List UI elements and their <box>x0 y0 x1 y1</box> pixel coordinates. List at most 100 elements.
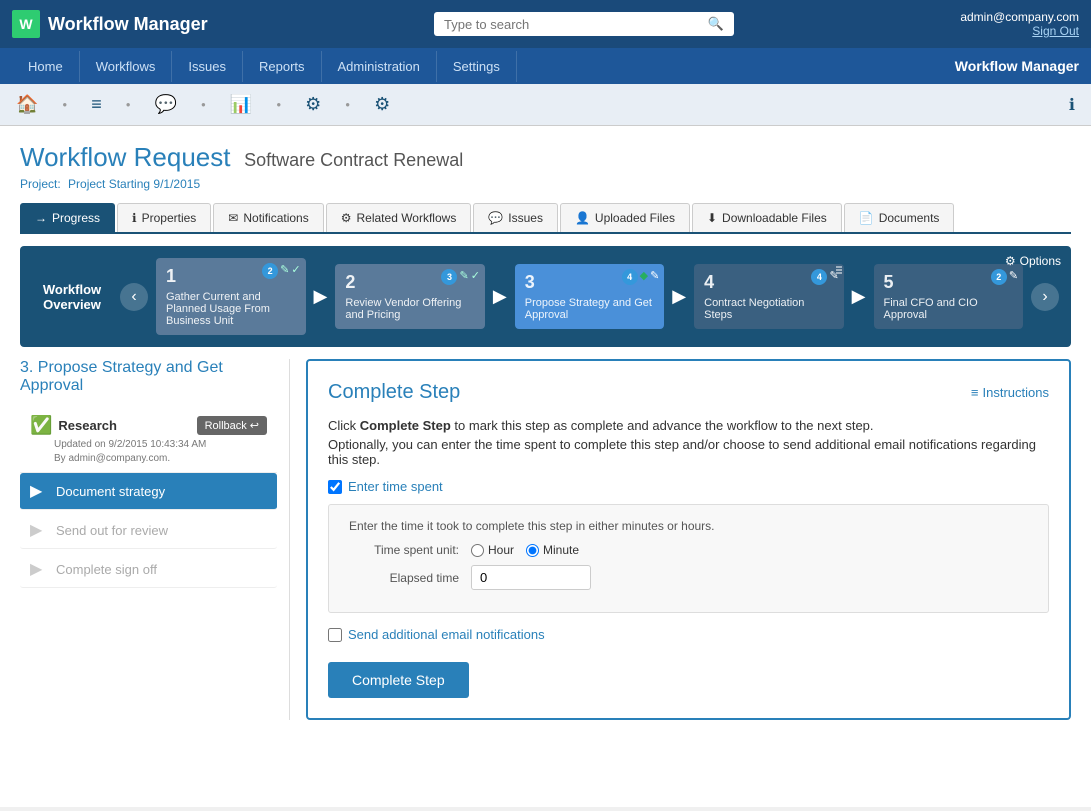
badge-step3-count: 4 <box>622 269 638 285</box>
research-check-icon: ✅ <box>30 415 52 436</box>
tab-progress[interactable]: → Progress <box>20 203 115 232</box>
nav-item-settings[interactable]: Settings <box>437 51 517 82</box>
step-item-label-1: Document strategy <box>56 484 267 499</box>
tab-issues[interactable]: 💬 Issues <box>473 203 558 232</box>
wf-arrow-3: ▶ <box>672 286 686 307</box>
wf-label-line1: Workflow <box>32 282 112 297</box>
instructions-link[interactable]: ≡ Instructions <box>971 385 1049 400</box>
tab-uploaded-icon: 👤 <box>575 211 590 225</box>
elapsed-time-row: Elapsed time <box>349 565 1028 590</box>
time-spent-box: Enter the time it took to complete this … <box>328 504 1049 613</box>
dot-5: ● <box>345 100 350 109</box>
wf-arrow-4: ▶ <box>852 286 866 307</box>
tab-related-icon: ⚙ <box>341 211 352 225</box>
step-item-document-strategy[interactable]: ▶ Document strategy <box>20 473 277 510</box>
edit-icon-1: ✎ <box>280 263 289 279</box>
research-label: Research <box>58 418 190 433</box>
tab-downloadable-files[interactable]: ⬇ Downloadable Files <box>692 203 842 232</box>
edit-icon-3: ✎ <box>650 269 659 285</box>
app-title: Workflow Manager <box>48 14 208 35</box>
wf-step-1[interactable]: 2 ✎ ✓ 1 Gather Current and Planned Usage… <box>156 258 306 335</box>
desc-bold: Complete Step <box>360 418 451 433</box>
nav-item-workflows[interactable]: Workflows <box>80 51 173 82</box>
page-subtitle: Software Contract Renewal <box>244 150 463 170</box>
search-input[interactable] <box>444 17 700 32</box>
instructions-icon: ≡ <box>971 385 979 400</box>
radio-minute-label: Minute <box>543 543 579 557</box>
instructions-label: Instructions <box>983 385 1049 400</box>
tabs: → Progress ℹ Properties ✉ Notifications … <box>20 203 1071 234</box>
play-icon-1: ▶ <box>30 481 48 501</box>
email-checkbox-row: Send additional email notifications <box>328 627 1049 642</box>
tab-documents[interactable]: 📄 Documents <box>844 203 955 232</box>
wf-step-2-title: Review Vendor Offering and Pricing <box>345 297 475 321</box>
wf-step-5[interactable]: 2 ✎ 5 Final CFO and CIO Approval <box>874 264 1024 329</box>
filter-icon[interactable]: ⚙ <box>305 94 321 115</box>
wf-arrow-2: ▶ <box>493 286 507 307</box>
wf-arrow-1: ▶ <box>314 286 328 307</box>
dot-1: ● <box>62 100 67 109</box>
complete-step-button[interactable]: Complete Step <box>328 662 469 698</box>
nav-right-label: Workflow Manager <box>955 58 1079 74</box>
wf-next-btn[interactable]: › <box>1031 283 1059 311</box>
list-icon[interactable]: ≡ <box>91 94 102 115</box>
time-unit-row: Time spent unit: Hour Minute <box>349 543 1028 557</box>
nav-item-reports[interactable]: Reports <box>243 51 322 82</box>
options-label: Options <box>1020 254 1061 268</box>
research-by: By admin@company.com. <box>30 453 267 464</box>
nav-item-home[interactable]: Home <box>12 51 80 82</box>
badge-step2-count: 3 <box>441 269 457 285</box>
nav-bar: Home Workflows Issues Reports Administra… <box>0 48 1091 84</box>
wf-step-5-badges: 2 ✎ <box>991 269 1018 285</box>
radio-hour-input[interactable] <box>471 544 484 557</box>
project-name: Project Starting 9/1/2015 <box>68 177 200 191</box>
wf-options-btn[interactable]: ⚙ Options <box>1005 254 1061 268</box>
wf-step-2[interactable]: 3 ✎ ✓ 2 Review Vendor Offering and Prici… <box>335 264 485 329</box>
tab-notifications[interactable]: ✉ Notifications <box>213 203 323 232</box>
dot-2: ● <box>126 100 131 109</box>
check-icon-1: ✓ <box>291 263 300 279</box>
wf-prev-btn[interactable]: ‹ <box>120 283 148 311</box>
tab-related-workflows[interactable]: ⚙ Related Workflows <box>326 203 472 232</box>
home-icon[interactable]: 🏠 <box>16 94 38 115</box>
edit-icon-5: ✎ <box>1009 269 1018 285</box>
diamond-icon-3: ◆ <box>640 269 648 285</box>
wf-step-1-title: Gather Current and Planned Usage From Bu… <box>166 291 296 327</box>
page-content: Workflow Request Software Contract Renew… <box>0 126 1091 807</box>
radio-hour[interactable]: Hour <box>471 543 514 557</box>
chart-icon[interactable]: 📊 <box>230 94 252 115</box>
radio-minute-input[interactable] <box>526 544 539 557</box>
research-header: ✅ Research Rollback ↩ <box>30 415 267 436</box>
wf-step-3-badges: 4 ◆ ✎ <box>622 269 660 285</box>
complete-step-title: Complete Step <box>328 381 460 404</box>
radio-minute[interactable]: Minute <box>526 543 579 557</box>
settings-icon[interactable]: ⚙ <box>374 94 390 115</box>
project-label-text: Project: <box>20 177 61 191</box>
sign-out-link[interactable]: Sign Out <box>960 24 1079 38</box>
tab-uploaded-files[interactable]: 👤 Uploaded Files <box>560 203 690 232</box>
nav-item-administration[interactable]: Administration <box>322 51 437 82</box>
tab-progress-icon: → <box>35 211 47 225</box>
edit-icon-2: ✎ <box>459 269 468 285</box>
gear-icon: ⚙ <box>1005 254 1016 268</box>
search-icon[interactable]: 🔍 <box>708 16 724 32</box>
play-icon-3: ▶ <box>30 559 48 579</box>
help-icon[interactable]: ℹ <box>1069 95 1075 115</box>
nav-item-issues[interactable]: Issues <box>172 51 243 82</box>
enter-time-checkbox[interactable] <box>328 480 342 494</box>
user-info: admin@company.com Sign Out <box>960 10 1079 38</box>
dot-3: ● <box>201 100 206 109</box>
wf-step-3[interactable]: 4 ◆ ✎ 3 Propose Strategy and Get Approva… <box>515 264 665 329</box>
chat-icon[interactable]: 💬 <box>155 94 177 115</box>
nav-items: Home Workflows Issues Reports Administra… <box>12 51 517 82</box>
rollback-button[interactable]: Rollback ↩ <box>197 416 267 435</box>
tab-properties[interactable]: ℹ Properties <box>117 203 211 232</box>
search-box[interactable]: 🔍 <box>434 12 734 36</box>
complete-step-header: Complete Step ≡ Instructions <box>328 381 1049 404</box>
badge-step5-count: 2 <box>991 269 1007 285</box>
elapsed-input[interactable] <box>471 565 591 590</box>
wf-step-4[interactable]: 4 ✎ 4 Contract Negotiation Steps <box>694 264 844 329</box>
email-checkbox[interactable] <box>328 628 342 642</box>
complete-step-desc2: Optionally, you can enter the time spent… <box>328 437 1049 467</box>
step-item-complete-signoff: ▶ Complete sign off <box>20 551 277 588</box>
